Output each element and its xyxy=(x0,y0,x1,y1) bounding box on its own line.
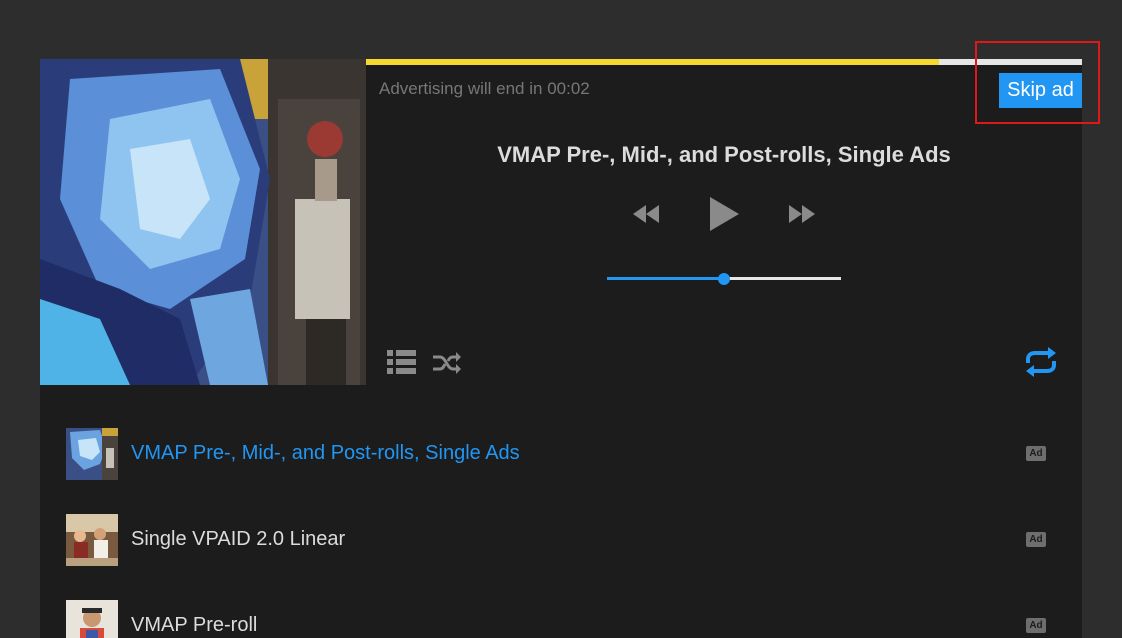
volume-fill xyxy=(607,277,724,280)
playlist-item[interactable]: Single VPAID 2.0 Linear Ad xyxy=(40,497,1082,583)
volume-thumb[interactable] xyxy=(718,273,730,285)
playlist: VMAP Pre-, Mid-, and Post-rolls, Single … xyxy=(40,411,1082,638)
playlist-item-label: Single VPAID 2.0 Linear xyxy=(131,528,346,550)
track-thumbnail xyxy=(66,428,118,480)
track-thumbnail xyxy=(66,600,118,638)
rewind-icon[interactable] xyxy=(632,203,660,230)
ad-badge: Ad xyxy=(1026,446,1046,461)
ad-countdown-text: Advertising will end in 00:02 xyxy=(379,79,590,98)
album-artwork xyxy=(40,59,366,385)
playlist-icon[interactable] xyxy=(387,349,416,379)
ad-badge: Ad xyxy=(1026,618,1046,633)
playlist-item[interactable]: VMAP Pre-, Mid-, and Post-rolls, Single … xyxy=(40,411,1082,497)
repeat-icon[interactable] xyxy=(1024,347,1058,382)
ad-progress-fill xyxy=(366,59,939,65)
playlist-item-label: VMAP Pre-, Mid-, and Post-rolls, Single … xyxy=(131,442,520,464)
shuffle-icon[interactable] xyxy=(432,351,462,380)
track-thumbnail xyxy=(66,514,118,566)
playlist-item[interactable]: VMAP Pre-roll Ad xyxy=(40,583,1082,638)
skip-ad-button[interactable]: Skip ad xyxy=(999,73,1082,108)
ad-progress-bar xyxy=(366,59,1082,65)
playlist-item-label: VMAP Pre-roll xyxy=(131,614,258,636)
volume-slider[interactable] xyxy=(607,268,841,290)
ad-badge: Ad xyxy=(1026,532,1046,547)
track-title: VMAP Pre-, Mid-, and Post-rolls, Single … xyxy=(497,142,951,167)
fast-forward-icon[interactable] xyxy=(788,203,816,230)
audio-player: Advertising will end in 00:02 Skip ad VM… xyxy=(40,59,1082,638)
play-icon[interactable] xyxy=(708,196,740,237)
